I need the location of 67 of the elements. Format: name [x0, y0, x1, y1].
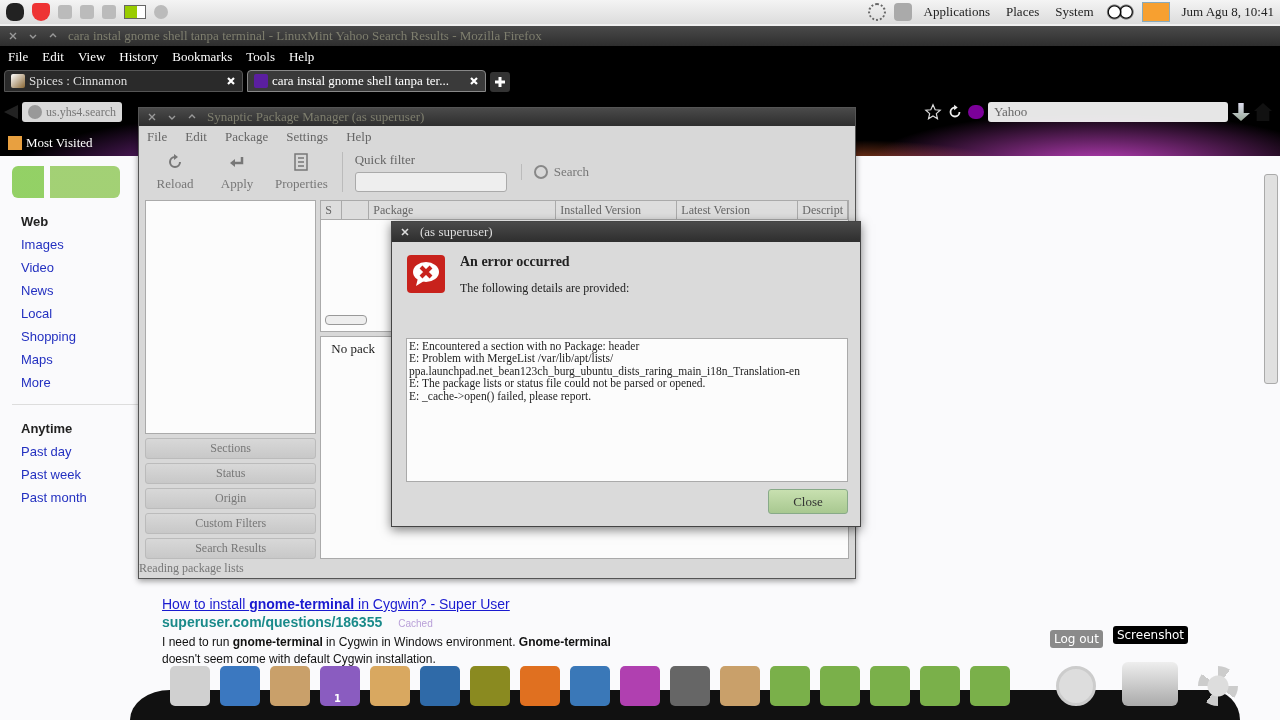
- close-tab-icon[interactable]: [226, 76, 236, 86]
- quick-filter-label: Quick filter: [354, 152, 416, 169]
- error-heading: An error occurred: [460, 254, 571, 270]
- dialog-title: (as superuser): [420, 224, 493, 240]
- result-title-link[interactable]: How to install gnome-terminal in Cygwin? - Super User: [162, 596, 662, 612]
- close-icon[interactable]: [147, 112, 157, 123]
- tooltip: Log out: [1050, 630, 1103, 648]
- quick-filter-field[interactable]: [354, 172, 507, 193]
- shield-icon[interactable]: [32, 3, 50, 21]
- menu-item[interactable]: Package: [224, 129, 269, 146]
- menu-item[interactable]: View: [77, 49, 106, 65]
- menu-item[interactable]: Help: [346, 129, 372, 146]
- clock[interactable]: Jum Agu 8, 10:41: [1181, 4, 1274, 20]
- result-snippet: I need to run gnome-terminal in Cygwin in Windows environment. Gnome-terminal doesn't seem come with default Cygwin installation.: [162, 634, 612, 668]
- sidebar-link[interactable]: Maps: [21, 352, 53, 367]
- sidebar-link[interactable]: Images: [21, 237, 64, 252]
- sidebar-link[interactable]: Video: [21, 260, 54, 275]
- column-header[interactable]: Latest Version: [677, 201, 799, 219]
- info-text: No pack: [331, 341, 376, 356]
- browser-tab[interactable]: cara instal gnome shell tanpa ter...: [247, 70, 486, 92]
- sidebar-link[interactable]: Local: [21, 306, 53, 321]
- scrollbar[interactable]: [325, 315, 368, 325]
- menu-item[interactable]: Help: [288, 49, 315, 65]
- sidebar-link[interactable]: Past day: [21, 444, 72, 459]
- eyes-icon[interactable]: [1105, 3, 1134, 21]
- column-header[interactable]: Installed Version: [556, 201, 678, 219]
- window-title: Synaptic Package Manager (as superuser): [207, 109, 425, 126]
- column-header[interactable]: Descript: [798, 201, 848, 219]
- result-url: superuser.com/questions/186355: [162, 614, 383, 630]
- column-header[interactable]: Package: [369, 201, 557, 219]
- details-text-area[interactable]: E: Encountered a section with no Package: header E: Problem with MergeList /var/lib/apt/lists/ ppa.launchpad.net_bean123ch_burg_ubuntu_dists_raring_main_i18n_Translation-en E: The package lists or status file could not be parsed or opened. E: _cache->open() failed, please report.: [406, 338, 848, 482]
- close-button[interactable]: Close: [768, 489, 848, 514]
- new-tab-button[interactable]: [490, 72, 510, 92]
- tooltip: Screenshot: [1112, 626, 1189, 644]
- close-tab-icon[interactable]: [469, 76, 479, 86]
- sidebar-link[interactable]: Shopping: [21, 329, 76, 344]
- star-icon[interactable]: [924, 103, 942, 121]
- menu-item[interactable]: Bookmarks: [172, 49, 233, 65]
- browser-tab[interactable]: Spices : Cinnamon: [4, 70, 243, 92]
- menu-item[interactable]: Tools: [246, 49, 275, 65]
- window-title: cara instal gnome shell tanpa terminal - LinuxMint Yahoo Search Results - Mozilla Firefox: [68, 28, 542, 44]
- sidebar-link[interactable]: More: [21, 375, 51, 390]
- panel-menu[interactable]: System: [1051, 4, 1098, 20]
- search-field[interactable]: Yahoo: [988, 102, 1228, 122]
- error-icon: [406, 254, 446, 294]
- menu-item[interactable]: Settings: [286, 129, 329, 146]
- close-icon[interactable]: [8, 31, 18, 41]
- menu-item[interactable]: Edit: [42, 49, 64, 65]
- error-subtitle: The following details are provided:: [460, 281, 630, 296]
- scrollbar[interactable]: [1264, 174, 1278, 384]
- panel-menu[interactable]: Applications: [919, 4, 994, 20]
- category-list[interactable]: [145, 200, 317, 434]
- browser-icon[interactable]: 1: [320, 666, 360, 706]
- panel-menu[interactable]: Places: [1002, 4, 1044, 20]
- bookmark-item[interactable]: Most Visited: [8, 135, 93, 151]
- battery-icon[interactable]: [124, 5, 146, 19]
- sidebar-link[interactable]: Past week: [21, 467, 81, 482]
- sidebar-link[interactable]: Web: [21, 214, 49, 229]
- sidebar-link[interactable]: Anytime: [21, 421, 73, 436]
- sidebar-link[interactable]: Past month: [21, 490, 87, 505]
- menu-item[interactable]: File: [147, 129, 168, 146]
- menu-item[interactable]: History: [119, 49, 159, 65]
- menu-item[interactable]: Edit: [185, 129, 207, 146]
- status-text: Reading package lists: [139, 560, 245, 577]
- menu-item[interactable]: File: [8, 49, 29, 65]
- column-header[interactable]: S: [321, 201, 343, 219]
- sidebar-link[interactable]: News: [21, 283, 54, 298]
